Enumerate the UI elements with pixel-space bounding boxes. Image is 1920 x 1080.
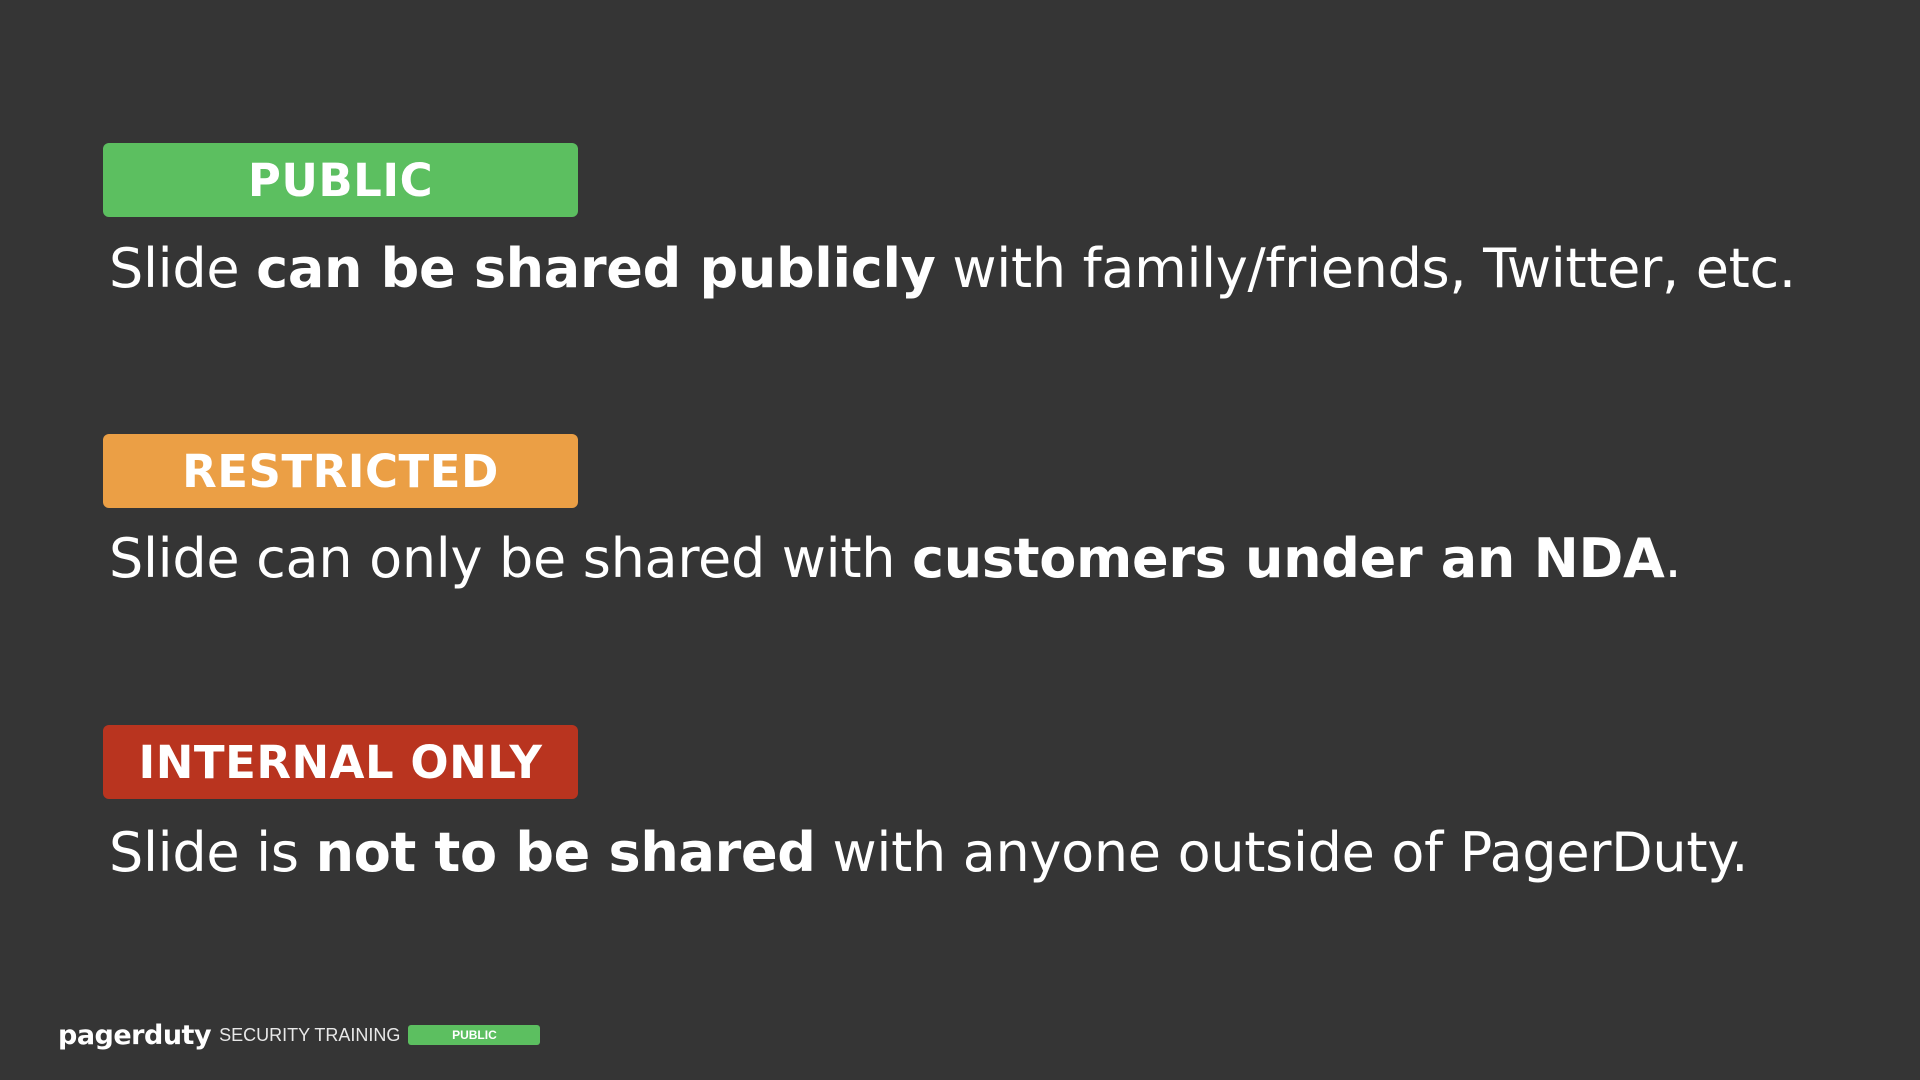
description-internal-prefix: Slide is [109, 821, 316, 884]
description-internal-suffix: with anyone outside of PagerDuty. [815, 821, 1749, 884]
footer-classification-badge: PUBLIC [408, 1025, 541, 1045]
badge-internal-only: INTERNAL ONLY [103, 725, 578, 799]
description-public-suffix: with family/friends, Twitter, etc. [935, 237, 1796, 300]
description-public-emphasis: can be shared publicly [256, 237, 936, 300]
description-internal-only: Slide is not to be shared with anyone ou… [109, 818, 1748, 888]
description-public-prefix: Slide [109, 237, 257, 300]
footer: pagerduty SECURITY TRAINING PUBLIC [58, 1018, 541, 1052]
description-internal-emphasis: not to be shared [315, 821, 816, 884]
description-restricted-suffix: . [1664, 527, 1682, 590]
badge-restricted: RESTRICTED [103, 434, 578, 508]
description-restricted-prefix: Slide can only be shared with [109, 527, 913, 590]
pagerduty-logo: pagerduty [58, 1019, 212, 1051]
description-restricted-emphasis: customers under an NDA [912, 527, 1665, 590]
description-public: Slide can be shared publicly with family… [109, 234, 1796, 304]
badge-public: PUBLIC [103, 143, 578, 217]
description-restricted: Slide can only be shared with customers … [109, 524, 1682, 594]
footer-subtitle: SECURITY TRAINING [219, 1024, 401, 1045]
